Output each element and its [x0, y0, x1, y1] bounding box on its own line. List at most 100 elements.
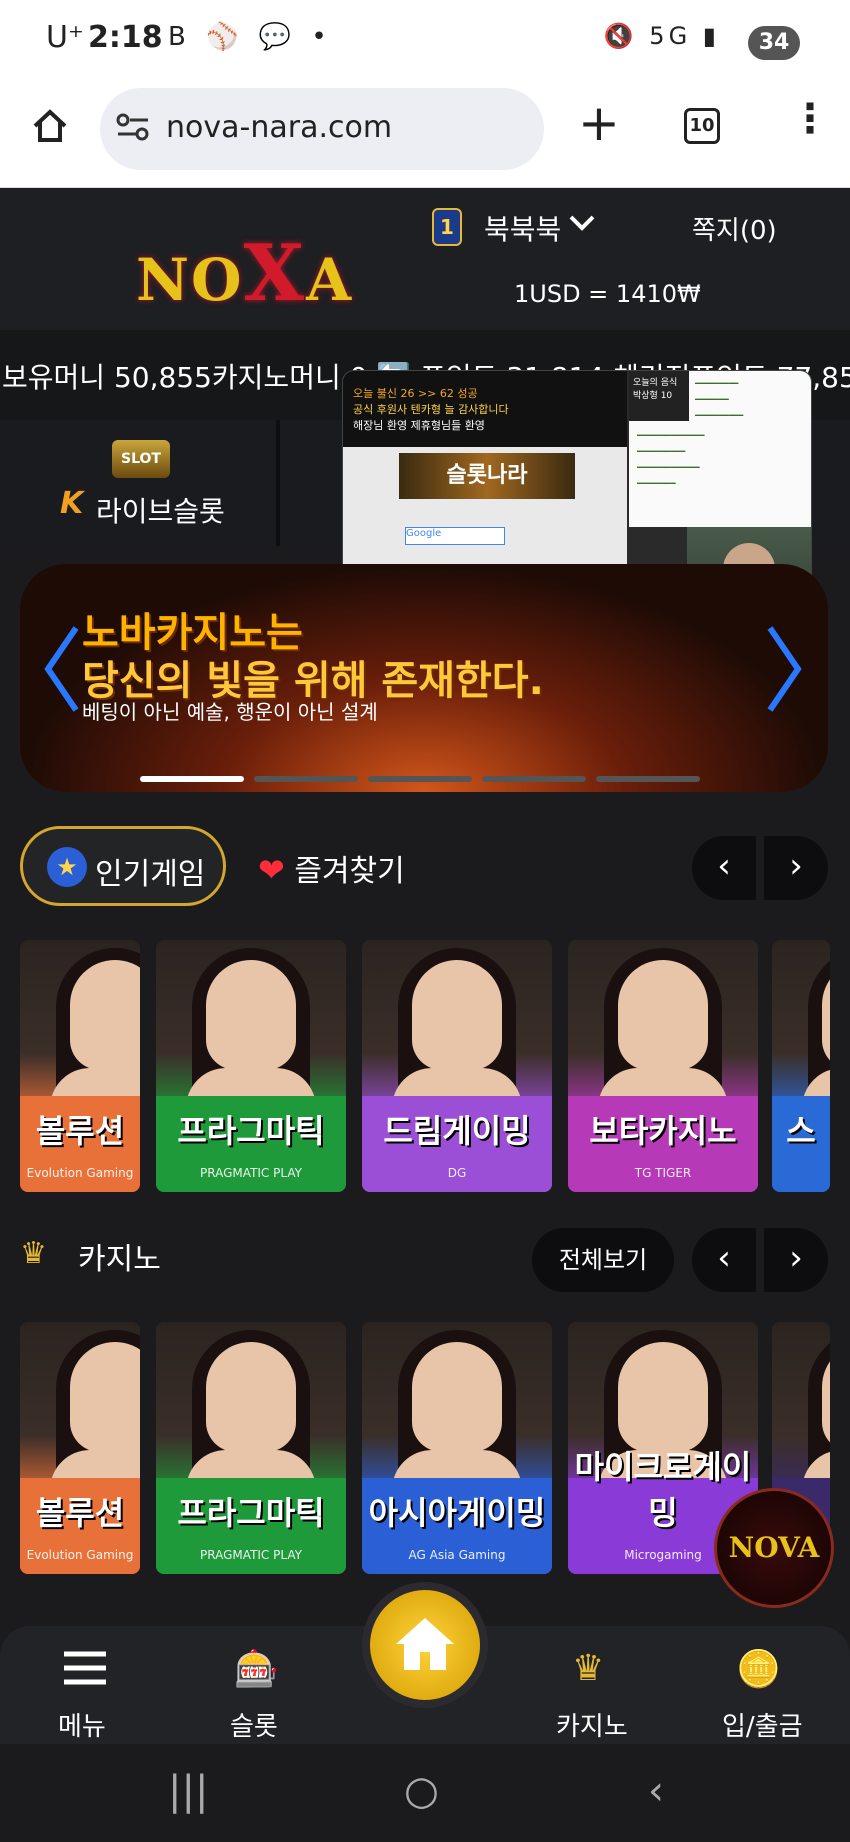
casino-section-title: 카지노: [78, 1242, 161, 1277]
carousel-dot[interactable]: [368, 776, 472, 782]
menu-icon[interactable]: [62, 1648, 108, 1688]
back-button[interactable]: ‹: [648, 1768, 664, 1814]
dealer-face: [412, 960, 502, 1070]
browser-toolbar: nova-nara.com + 10 ⋮: [0, 88, 850, 188]
popular-game-card[interactable]: 드림게이밍 DG: [362, 940, 552, 1192]
nova-logo[interactable]: NOXA: [136, 228, 353, 319]
hero-next-arrow-icon[interactable]: [764, 624, 804, 714]
carousel-dots: [140, 776, 700, 782]
recents-button[interactable]: |||: [168, 1768, 208, 1814]
popular-prev-button[interactable]: ‹: [692, 836, 756, 900]
game-title: 볼루션: [35, 1494, 125, 1532]
slot-machine-icon: SLOT: [112, 440, 170, 478]
tab-popular-games[interactable]: ★ 인기게임: [20, 826, 226, 906]
carousel-dot[interactable]: [482, 776, 586, 782]
game-title: 프라그마틱: [177, 1112, 325, 1150]
heart-icon: ❤: [258, 851, 285, 889]
overlay-line: 해장님 환영 제휴형님들 환영: [353, 419, 485, 432]
tab-switcher-button[interactable]: 10: [684, 108, 720, 144]
overlay-banner: 슬롯나라: [399, 453, 575, 499]
game-title: 프라그마틱: [177, 1494, 325, 1532]
notification-icons: B ⚾ 💬 •: [168, 22, 333, 52]
game-provider: PRAGMATIC PLAY: [200, 1166, 302, 1180]
dealer-face: [70, 1342, 140, 1452]
dealer-face: [412, 1342, 502, 1452]
overlay-chat: 오늘의 음식 박상형 10 ━━━━━━━━━ ━━━━━━━ ━━━━━━━━━…: [629, 371, 811, 527]
site-header: NOXA 1 북북북 쪽지(0) 1USD = 1410₩: [0, 188, 850, 330]
casino-game-card[interactable]: 프라그마틱 PRAGMATIC PLAY: [156, 1322, 346, 1574]
chevron-down-icon[interactable]: [568, 212, 596, 234]
overlay-line: 오늘 불신 26 >> 62 성공: [353, 387, 478, 400]
messages-link[interactable]: 쪽지(0): [692, 210, 777, 247]
site-settings-icon[interactable]: [116, 112, 150, 142]
k-logo-icon: K: [60, 486, 84, 521]
casino-game-card[interactable]: 아시아게이밍 AG Asia Gaming: [362, 1322, 552, 1574]
live-slot-label: 라이브슬롯: [96, 495, 225, 528]
username[interactable]: 북북북: [484, 208, 561, 248]
popular-next-button[interactable]: ›: [764, 836, 828, 900]
game-title: 아시아게이밍: [368, 1494, 546, 1532]
home-icon: [396, 1618, 454, 1670]
carousel-dot[interactable]: [140, 776, 244, 782]
level-badge: 1: [432, 208, 462, 246]
android-navigation-bar: ||| ○ ‹: [0, 1744, 850, 1842]
slot-machine-icon[interactable]: 🎰: [234, 1648, 279, 1690]
google-search-box: Google: [405, 527, 505, 545]
popular-game-card[interactable]: 스: [772, 940, 830, 1192]
overlay-side-header: 오늘의 음식 박상형 10: [629, 371, 689, 421]
game-title: 볼루션: [35, 1112, 125, 1150]
casino-next-button[interactable]: ›: [764, 1228, 828, 1292]
nav-deposit-withdraw[interactable]: 입/출금: [722, 1706, 803, 1743]
game-provider: TG TIGER: [634, 1166, 692, 1180]
casino-prev-button[interactable]: ‹: [692, 1228, 756, 1292]
dealer-face: [70, 960, 140, 1070]
overlay-line: 공식 후원사 텐카형 늘 감사합니다: [353, 403, 509, 416]
dealer-face: [618, 1342, 708, 1452]
coins-icon[interactable]: 🪙: [736, 1648, 781, 1690]
casino-game-card[interactable]: 볼루션 Evolution Gaming: [20, 1322, 140, 1574]
view-all-button[interactable]: 전체보기: [532, 1228, 674, 1292]
carrier-label: U⁺: [46, 20, 84, 55]
hero-prev-arrow-icon[interactable]: [42, 624, 82, 714]
game-provider: DG: [447, 1166, 467, 1180]
hero-banner[interactable]: 노바카지노는 당신의 빛을 위해 존재한다. 베팅이 아닌 예술, 행운이 아닌…: [20, 564, 828, 792]
exchange-rate: 1USD = 1410₩: [514, 280, 701, 308]
game-provider: AG Asia Gaming: [408, 1548, 506, 1562]
crown-icon: ♛: [20, 1236, 47, 1271]
crown-icon[interactable]: ♛: [572, 1648, 604, 1689]
game-provider: Evolution Gaming: [26, 1166, 134, 1180]
home-button[interactable]: [362, 1582, 488, 1708]
floating-nova-button[interactable]: NOVA: [714, 1488, 834, 1608]
game-provider: Evolution Gaming: [26, 1548, 134, 1562]
live-slot-tile[interactable]: SLOT K 라이브슬롯: [0, 420, 280, 546]
popular-game-card[interactable]: 보타카지노 TG TIGER: [568, 940, 758, 1192]
tab-favorites[interactable]: ❤ 즐겨찾기: [258, 846, 405, 890]
status-bar: U⁺ 2:18 B ⚾ 💬 • 🔇 5G ▮ 34: [0, 0, 850, 88]
tab-popular-label: 인기게임: [95, 857, 206, 892]
carousel-dot[interactable]: [596, 776, 700, 782]
star-icon: ★: [47, 847, 87, 887]
browser-menu-icon[interactable]: ⋮: [790, 96, 830, 142]
system-status-icons: 🔇 5G ▮: [603, 22, 720, 50]
nav-casino[interactable]: 카지노: [556, 1706, 628, 1743]
home-icon[interactable]: [30, 106, 70, 146]
dealer-face: [206, 960, 296, 1070]
tab-favorites-label: 즐겨찾기: [294, 854, 405, 889]
popular-game-card[interactable]: 프라그마틱 PRAGMATIC PLAY: [156, 940, 346, 1192]
overlay-header: 오늘 불신 26 >> 62 성공 공식 후원사 텐카형 늘 감사합니다 해장님…: [343, 371, 627, 447]
android-home-button[interactable]: ○: [404, 1768, 439, 1814]
battery-icon: 34: [748, 26, 800, 60]
new-tab-button[interactable]: +: [578, 94, 620, 152]
game-title: 드림게이밍: [383, 1112, 531, 1150]
nav-menu[interactable]: 메뉴: [58, 1706, 106, 1743]
hero-subline: 베팅이 아닌 예술, 행운이 아닌 설계: [82, 700, 378, 724]
game-title: 보타카지노: [589, 1112, 737, 1150]
popular-game-card[interactable]: 볼루션 Evolution Gaming: [20, 940, 140, 1192]
nav-slot[interactable]: 슬롯: [230, 1706, 278, 1743]
game-title: 스: [786, 1112, 816, 1150]
game-provider: PRAGMATIC PLAY: [200, 1548, 302, 1562]
dealer-face: [618, 960, 708, 1070]
dealer-face: [206, 1342, 296, 1452]
carousel-dot[interactable]: [254, 776, 358, 782]
url-text[interactable]: nova-nara.com: [166, 110, 392, 145]
